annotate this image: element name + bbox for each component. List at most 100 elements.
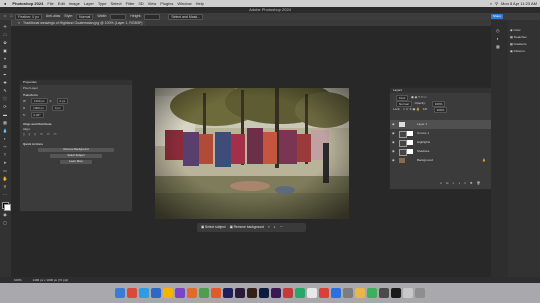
swatches-panel-tab[interactable]: ▦ Swatches xyxy=(510,35,527,39)
select-subject-task-button[interactable]: ▣ Select subject xyxy=(201,223,226,232)
shape-tool-icon[interactable]: ▭ xyxy=(2,168,8,174)
width-field[interactable] xyxy=(110,13,127,20)
photos-icon[interactable] xyxy=(307,288,317,298)
color-panel-tab[interactable]: ◉ Color xyxy=(510,28,521,32)
marquee-tool-icon[interactable]: □ xyxy=(10,13,12,20)
move-tool-icon[interactable]: ✛ xyxy=(2,24,8,30)
height-value-field[interactable]: 1000 px xyxy=(30,105,47,111)
downloads-folder-icon[interactable] xyxy=(403,288,413,298)
tab-close-icon[interactable]: × xyxy=(15,20,24,26)
transform-icon[interactable]: ⌖ xyxy=(268,223,270,232)
chrome-icon[interactable] xyxy=(163,288,173,298)
marquee-tool-icon[interactable]: □ xyxy=(2,32,8,38)
history-brush-tool-icon[interactable]: ⟳ xyxy=(2,104,8,110)
select-subject-button[interactable]: Select Subject xyxy=(50,154,102,158)
layer-row[interactable]: ◉ Highlights xyxy=(390,138,492,147)
layer-name[interactable]: Curves 1 xyxy=(417,129,429,138)
fx-icon[interactable]: fx xyxy=(446,181,448,185)
search-icon[interactable]: ⚲ xyxy=(495,0,498,7)
crop-tool-icon[interactable]: ⌖ xyxy=(2,56,8,62)
home-icon[interactable]: ⌂ xyxy=(4,13,6,20)
illustrator-icon[interactable] xyxy=(247,288,257,298)
visibility-eye-icon[interactable]: ◉ xyxy=(392,138,395,147)
pen-tool-icon[interactable]: ✑ xyxy=(2,144,8,150)
visibility-eye-icon[interactable]: ◉ xyxy=(392,147,395,156)
menu-type[interactable]: Type xyxy=(98,0,107,7)
terminal-icon[interactable] xyxy=(379,288,389,298)
music-icon[interactable] xyxy=(319,288,329,298)
trash-icon[interactable] xyxy=(415,288,425,298)
menu-plugins[interactable]: Plugins xyxy=(160,0,173,7)
width-value-field[interactable]: 1400 px xyxy=(30,98,48,104)
history-icon[interactable]: ◷ xyxy=(496,28,500,33)
menu-file[interactable]: File xyxy=(47,0,53,7)
tv-icon[interactable] xyxy=(391,288,401,298)
menu-image[interactable]: Image xyxy=(69,0,80,7)
layer-name[interactable]: Shadows xyxy=(417,147,429,156)
notes-app-icon[interactable] xyxy=(355,288,365,298)
layer-row[interactable]: ◉ Shadows xyxy=(390,147,492,156)
visibility-eye-icon[interactable]: ◉ xyxy=(392,156,395,165)
menu-clock[interactable]: Mon 8 Apr 11:23 AM xyxy=(501,0,537,7)
adjustments-icon[interactable]: ◑ xyxy=(496,36,498,41)
new-group-icon[interactable]: □ xyxy=(464,181,466,185)
path-select-tool-icon[interactable]: ➤ xyxy=(2,160,8,166)
type-tool-icon[interactable]: T xyxy=(2,152,8,158)
firefox-icon[interactable] xyxy=(211,288,221,298)
object-select-tool-icon[interactable]: ▣ xyxy=(2,48,8,54)
align-middle-icon[interactable]: ▭ xyxy=(47,132,50,136)
link-layers-icon[interactable]: ∞ xyxy=(440,181,442,185)
layer-name[interactable]: Layer 1 xyxy=(417,120,427,129)
notes-icon[interactable] xyxy=(199,288,209,298)
remove-background-task-button[interactable]: ▣ Remove background xyxy=(230,223,264,232)
frame-tool-icon[interactable]: ⊠ xyxy=(2,64,8,70)
y-value-field[interactable]: 0 px xyxy=(51,105,64,111)
mask-icon[interactable]: ◐ xyxy=(274,223,276,232)
layer-row[interactable]: ◉ Layer 1 xyxy=(390,120,492,129)
premiere-icon[interactable] xyxy=(235,288,245,298)
safari-icon[interactable] xyxy=(139,288,149,298)
align-left-icon[interactable]: ▯ xyxy=(23,132,25,136)
style-select[interactable]: Normal xyxy=(76,13,94,20)
more-options-icon[interactable]: ⋯ xyxy=(280,223,283,232)
menu-layer[interactable]: Layer xyxy=(84,0,94,7)
menu-window[interactable]: Window xyxy=(177,0,191,7)
wifi-icon[interactable]: ≈ xyxy=(490,0,492,7)
eyedropper-tool-icon[interactable]: ✒ xyxy=(2,72,8,78)
visibility-eye-icon[interactable]: ◉ xyxy=(392,120,395,129)
anti-alias-checkbox[interactable]: Anti-alias xyxy=(46,13,60,20)
x-value-field[interactable]: 0 px xyxy=(56,98,69,104)
menu-select[interactable]: Select xyxy=(111,0,122,7)
apple-menu-icon[interactable]: ● xyxy=(4,0,6,7)
clone-stamp-tool-icon[interactable]: ⚫ xyxy=(2,96,8,102)
layer-name[interactable]: Highlights xyxy=(417,138,430,147)
lock-icons[interactable]: □ ✒ ✛ ▣ 🔒 xyxy=(403,107,420,113)
zoom-level[interactable]: 100% xyxy=(14,278,22,282)
fill-field[interactable]: 100% xyxy=(433,107,448,113)
align-center-icon[interactable]: ▯ xyxy=(29,132,31,136)
menu-help[interactable]: Help xyxy=(196,0,204,7)
more-tools-icon[interactable]: ⋯ xyxy=(2,192,8,198)
height-field[interactable] xyxy=(144,13,161,20)
dodge-tool-icon[interactable]: ◐ xyxy=(2,136,8,142)
menu-view[interactable]: View xyxy=(148,0,157,7)
filezilla-icon[interactable] xyxy=(187,288,197,298)
finder-icon[interactable] xyxy=(115,288,125,298)
layer-row[interactable]: ◉ Curves 1 xyxy=(390,129,492,138)
launchpad-icon[interactable] xyxy=(127,288,137,298)
lasso-tool-icon[interactable]: ✿ xyxy=(2,40,8,46)
menu-3d[interactable]: 3D xyxy=(139,0,144,7)
patterns-panel-tab[interactable]: ▣ Patterns xyxy=(510,49,525,53)
feather-field[interactable]: Feather: 0 px xyxy=(15,13,42,20)
angle-field[interactable]: 0.00° xyxy=(30,112,44,118)
quick-mask-icon[interactable]: ◉ xyxy=(2,212,8,218)
document-tab[interactable]: × Traditional weavings of Highland Guate… xyxy=(12,20,146,26)
align-bottom-icon[interactable]: ▭ xyxy=(54,132,57,136)
document-canvas-image[interactable] xyxy=(155,88,349,219)
learn-more-button[interactable]: Learn More xyxy=(60,160,92,164)
delete-layer-icon[interactable]: 🗑 xyxy=(476,181,480,185)
remove-background-button[interactable]: Remove Background xyxy=(38,148,114,152)
align-top-icon[interactable]: ▭ xyxy=(40,132,43,136)
whatsapp-icon[interactable] xyxy=(295,288,305,298)
acrobat-icon[interactable] xyxy=(283,288,293,298)
